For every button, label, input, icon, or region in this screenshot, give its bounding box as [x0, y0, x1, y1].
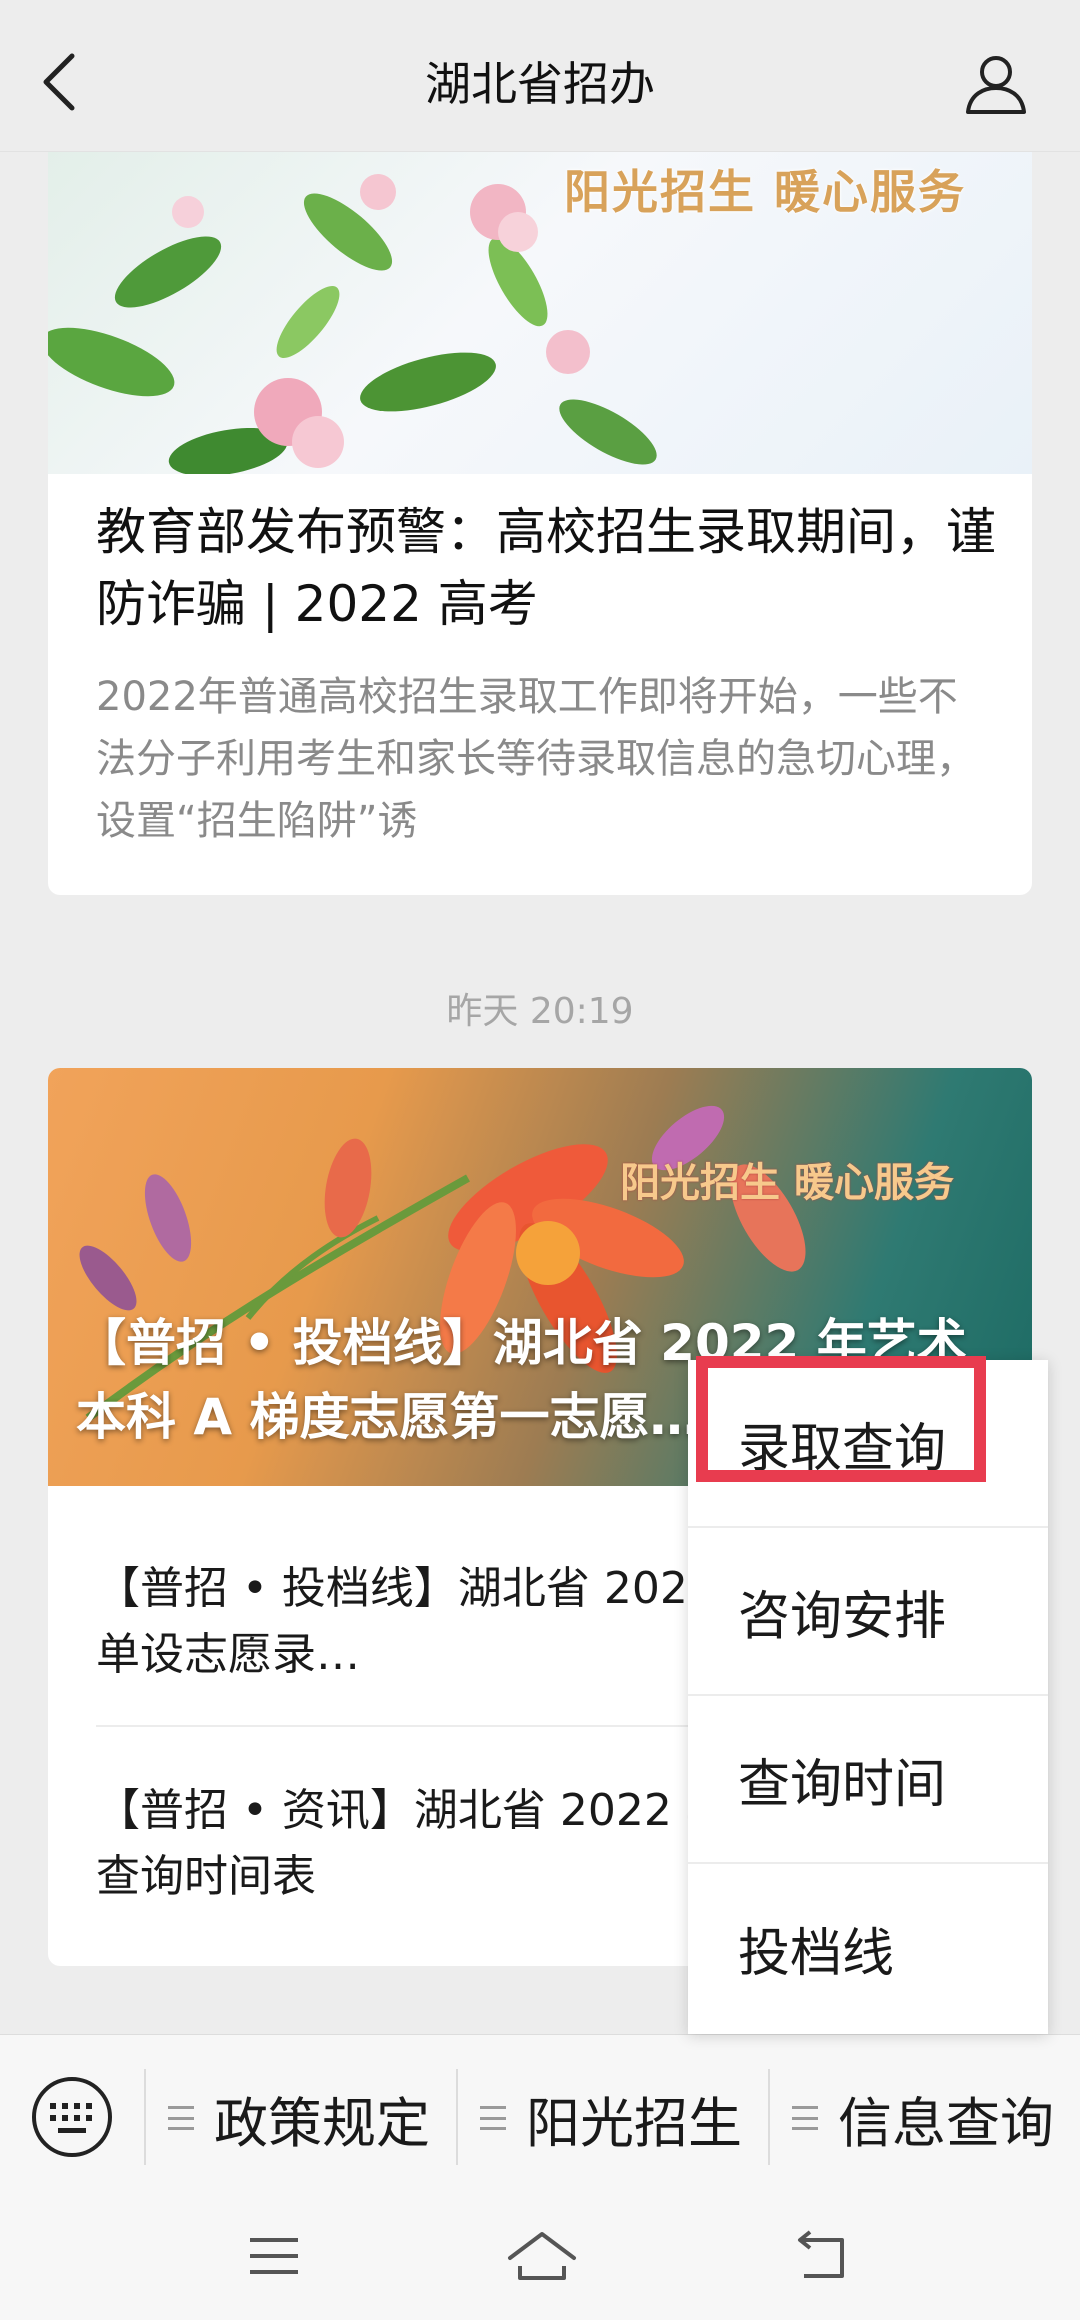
menu-separator: [768, 2069, 770, 2165]
top-app-bar: 湖北省招办: [0, 0, 1080, 152]
menu-tab-label: 阳光招生: [526, 2091, 742, 2155]
article-card[interactable]: 阳光招生 暖心服务 教育部发布预警：高校招生录取期间，谨防诈骗 | 2022 高…: [48, 152, 1032, 895]
menu-tab-label: 政策规定: [214, 2091, 430, 2155]
menu-tab-sunshine-admission[interactable]: 阳光招生: [480, 2081, 742, 2155]
banner-slogan: 阳光招生 暖心服务: [563, 165, 966, 219]
menu-item-query-time[interactable]: 查询时间: [688, 1696, 1048, 1864]
menu-tab-policy[interactable]: 政策规定: [168, 2081, 430, 2155]
article-banner-image: 阳光招生 暖心服务: [48, 152, 1032, 474]
system-navigation-bar: [0, 2194, 1080, 2320]
banner-slogan: 阳光招生 暖心服务: [620, 1160, 954, 1206]
bottom-menu-bar: 政策规定 阳光招生 信息查询: [0, 2034, 1080, 2194]
menu-lines-icon: [480, 2106, 506, 2130]
article-title[interactable]: 教育部发布预警：高校招生录取期间，谨防诈骗 | 2022 高考: [96, 496, 996, 640]
menu-separator: [456, 2069, 458, 2165]
menu-tab-label: 信息查询: [838, 2091, 1054, 2155]
keyboard-icon[interactable]: [30, 2075, 114, 2159]
back-icon[interactable]: [792, 2224, 856, 2288]
menu-lines-icon: [168, 2106, 194, 2130]
menu-lines-icon: [792, 2106, 818, 2130]
article-summary: 2022年普通高校招生录取工作即将开始，一些不法分子利用考生和家长等待录取信息的…: [96, 674, 976, 844]
menu-separator: [144, 2069, 146, 2165]
page-title: 湖北省招办: [425, 57, 655, 111]
user-icon[interactable]: [964, 52, 1028, 116]
menu-item-cutoff-line[interactable]: 投档线: [688, 1864, 1048, 2032]
menu-item-consultation[interactable]: 咨询安排: [688, 1528, 1048, 1696]
menu-tab-info-query[interactable]: 信息查询: [792, 2081, 1054, 2155]
highlight-annotation: [696, 1356, 986, 1482]
home-icon[interactable]: [506, 2224, 578, 2288]
message-timestamp: 昨天 20:19: [446, 991, 634, 1032]
menu-icon[interactable]: [242, 2224, 306, 2288]
